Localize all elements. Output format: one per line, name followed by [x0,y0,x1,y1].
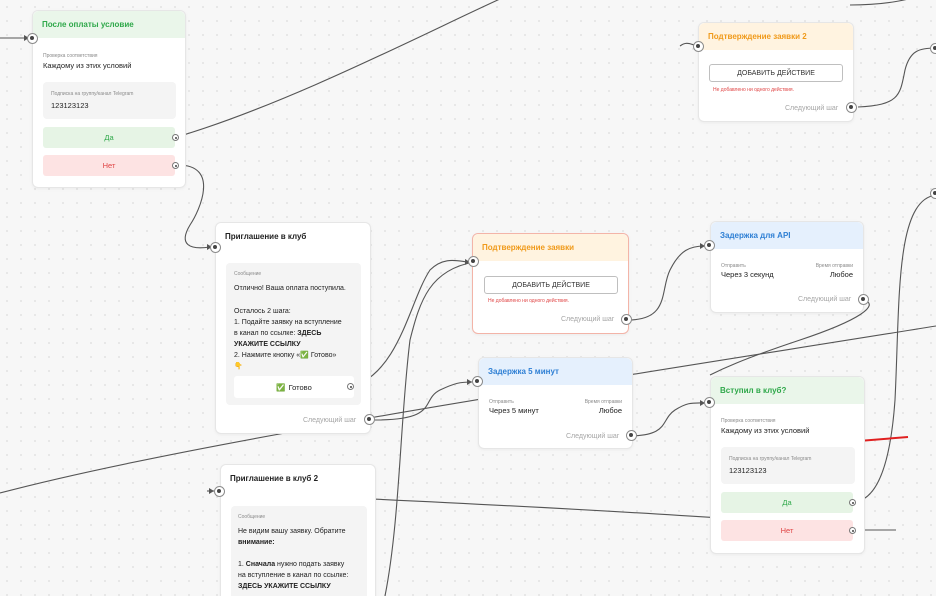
node-title: Приглашение в клуб 2 [221,465,375,492]
node-joined-club-condition[interactable]: Вступил в клуб? Проверка соответствия Ка… [710,376,865,554]
message-line: Осталось 2 шага: [234,308,291,315]
edge-confirm2-out [857,47,936,108]
check-emoji-icon: ✅ [276,382,286,392]
after-payment-input-port[interactable] [27,33,38,44]
check-value: Каждому из этих условий [43,61,132,70]
node-request-confirmation[interactable]: Подтверждение заявки ДОБАВИТЬ ДЕЙСТВИЕ Н… [472,233,629,334]
message-line: УКАЖИТЕ ССЫЛКУ [234,341,301,348]
message-line: 1. Подайте заявку на вступление [234,319,342,326]
node-title: Задержка 5 минут [479,358,632,385]
edge-top-right [849,0,907,6]
message-line: на вступление в канал по ссылке: [238,572,349,579]
subscription-label: Подписка на группу/канал Telegram [51,91,134,97]
edge-invite-next-to-delay5 [374,381,473,421]
add-action-button[interactable]: ДОБАВИТЬ ДЕЙСТВИЕ [484,276,618,294]
send-value: Через 5 минут [489,406,539,415]
no-output-port[interactable] [849,527,856,534]
check-emoji-icon: ✅ [300,352,309,359]
ready-inline-button[interactable]: ✅ Готово [234,376,354,398]
message-block[interactable]: Сообщение Не видим вашу заявку. Обратите… [231,506,367,596]
yes-output-port[interactable] [849,499,856,506]
no-output-port[interactable] [172,162,179,169]
next-step-label: Следующий шаг [561,316,615,323]
message-block[interactable]: Сообщение Отлично! Ваша оплата поступила… [226,263,361,405]
confirm2-input-port[interactable] [693,41,704,52]
subscription-value: 123123123 [51,101,89,110]
send-label: Отправить [721,263,746,269]
confirm-input-port[interactable] [468,256,479,267]
subscription-condition[interactable]: Подписка на группу/канал Telegram 123123… [43,82,176,119]
node-club-invitation[interactable]: Приглашение в клуб Сообщение Отлично! Ва… [215,222,371,434]
check-value: Каждому из этих условий [721,426,810,435]
joined-input-port[interactable] [704,397,715,408]
message-line: 2. Нажмите кнопку «✅ Готово» [234,352,337,359]
subscription-condition[interactable]: Подписка на группу/канал Telegram 123123… [721,447,855,484]
edge-delay5-out-to-joined [627,402,706,437]
no-branch-button[interactable]: Нет [43,155,175,176]
delay5-next-port[interactable] [626,430,637,441]
check-label: Проверка соответствия [43,53,98,59]
add-action-button[interactable]: ДОБАВИТЬ ДЕЙСТВИЕ [709,64,843,82]
node-request-confirmation-2[interactable]: Подтверждение заявки 2 ДОБАВИТЬ ДЕЙСТВИЕ… [698,22,854,122]
check-label: Проверка соответствия [721,418,776,424]
node-delay-5-minutes[interactable]: Задержка 5 минут Отправить Через 5 минут… [478,357,633,449]
message-line: ЗДЕСЬ УКАЖИТЕ ССЫЛКУ [238,583,331,590]
message-label: Сообщение [234,271,262,277]
node-club-invitation-2[interactable]: Приглашение в клуб 2 Сообщение Не видим … [220,464,376,596]
message-line: внимание: [238,539,275,546]
next-step-label: Следующий шаг [785,105,839,112]
yes-branch-button[interactable]: Да [43,127,175,148]
send-label: Отправить [489,399,514,405]
node-title: Приглашение в клуб [216,223,370,250]
edge-confirm-out-to-api [627,245,706,321]
confirm-next-port[interactable] [621,314,632,325]
offscreen-node-port[interactable] [930,43,936,54]
edge-invite-btn-to-confirm [353,259,471,387]
yes-output-port[interactable] [172,134,179,141]
node-after-payment-condition[interactable]: После оплаты условие Проверка соответств… [32,10,186,188]
subscription-value: 123123123 [729,466,767,475]
delay5-input-port[interactable] [472,376,483,387]
no-actions-error: Не добавлено ни одного действия. [713,87,794,93]
edge-confirm-top-to-bottom [384,261,475,596]
flow-canvas[interactable]: После оплаты условие Проверка соответств… [0,0,936,596]
send-value: Через 3 секунд [721,270,774,279]
time-label: Время отправки [815,263,853,269]
message-line: 1. Сначала нужно подать заявку [238,561,345,568]
no-actions-error: Не добавлено ни одного действия. [488,298,569,304]
ready-button-label: Готово [288,382,312,392]
next-step-label: Следующий шаг [566,433,620,440]
next-step-label: Следующий шаг [798,296,852,303]
node-title: Вступил в клуб? [711,377,864,404]
offscreen-node-port[interactable] [930,188,936,199]
node-title: Подтверждение заявки 2 [699,23,853,50]
time-label: Время отправки [584,399,622,405]
delay-api-input-port[interactable] [704,240,715,251]
yes-branch-button[interactable]: Да [721,492,853,513]
invite-next-port[interactable] [364,414,375,425]
node-title: Подтверждение заявки [473,234,628,261]
invite2-input-port[interactable] [214,486,225,497]
message-label: Сообщение [238,514,266,520]
delay-api-next-port[interactable] [858,294,869,305]
time-value: Любое [829,270,853,279]
message-line: в канал по ссылке: ЗДЕСЬ [234,330,322,337]
ready-output-port[interactable] [347,383,354,390]
confirm2-next-port[interactable] [846,102,857,113]
message-line: Не видим вашу заявку. Обратите [238,528,346,535]
next-step-label: Следующий шаг [303,417,357,424]
time-value: Любое [598,406,622,415]
subscription-label: Подписка на группу/канал Telegram [729,456,812,462]
node-title: Задержка для API [711,222,863,249]
node-delay-api[interactable]: Задержка для API Отправить Через 3 секун… [710,221,864,313]
no-branch-button[interactable]: Нет [721,520,853,541]
edge-long-top [179,0,499,137]
message-line: Отлично! Ваша оплата поступила. [234,285,346,292]
point-down-emoji-icon: 👇 [234,363,243,370]
node-title: После оплаты условие [33,11,185,38]
invite-input-port[interactable] [210,242,221,253]
